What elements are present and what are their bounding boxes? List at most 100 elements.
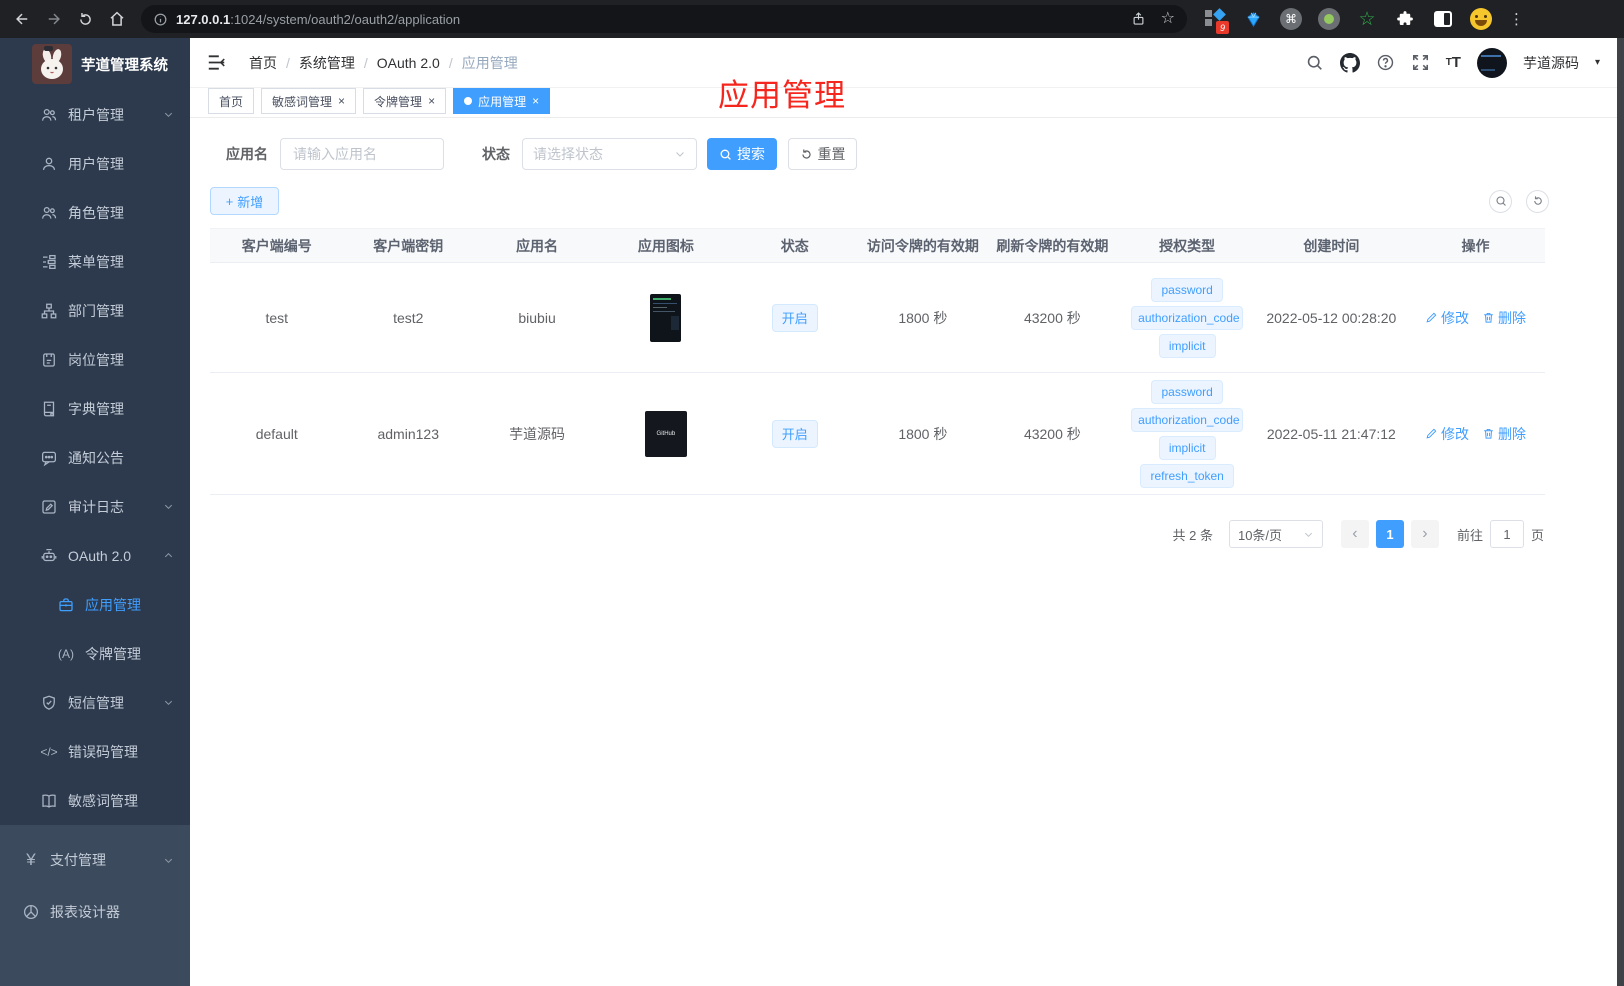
table-toolbar: + 新增 [210,187,1549,215]
share-icon[interactable] [1131,11,1146,27]
profile-avatar[interactable] [1469,7,1493,31]
url-text[interactable]: 127.0.0.1:1024/system/oauth2/oauth2/appl… [176,12,1131,27]
sidebar-item-sensitive-word[interactable]: 敏感词管理 [0,776,190,825]
edit-link[interactable]: 修改 [1425,308,1469,328]
sidebar-item-label: 支付管理 [50,852,106,868]
delete-link[interactable]: 删除 [1482,308,1526,328]
edit-link[interactable]: 修改 [1425,424,1469,444]
delete-link[interactable]: 删除 [1482,424,1526,444]
sidebar-item-error-code[interactable]: </> 错误码管理 [0,727,190,776]
robot-icon [40,547,58,565]
breadcrumb-oauth[interactable]: OAuth 2.0 [377,55,440,71]
breadcrumb-system[interactable]: 系统管理 [299,53,355,73]
sidebar-item-oauth-application[interactable]: 应用管理 [0,580,190,629]
shield-check-icon [40,694,58,712]
sidebar-item-audit-log[interactable]: 审计日志 [0,482,190,531]
sidebar-item-dept[interactable]: 部门管理 [0,286,190,335]
sidebar-item-user[interactable]: 用户管理 [0,139,190,188]
sidebar-item-label: 报表设计器 [50,904,120,920]
total-count: 共 2 条 [1172,527,1213,543]
browser-back-icon[interactable] [13,10,31,28]
cell-app-name: biubiu [518,309,556,326]
search-icon[interactable] [1305,53,1324,72]
browser-forward-icon[interactable] [45,10,63,28]
sidebar-item-dict[interactable]: 字典管理 [0,384,190,433]
user-menu-caret-icon[interactable]: ▾ [1595,57,1600,68]
tab-sensitive-word[interactable]: 敏感词管理 × [261,88,357,114]
help-icon[interactable] [1376,53,1395,72]
sidebar-item-menu[interactable]: 菜单管理 [0,237,190,286]
top-navbar: 首页 / 系统管理 / OAuth 2.0 / 应用管理 TT 芋道源码 ▾ [190,38,1624,88]
app-name-input[interactable] [281,139,443,169]
close-icon[interactable]: × [338,95,345,107]
refresh-button[interactable] [1526,189,1549,213]
extension-tabs-icon[interactable]: 9 [1203,7,1229,34]
breadcrumb: 首页 / 系统管理 / OAuth 2.0 / 应用管理 [249,53,518,73]
pencil-icon [1426,312,1437,323]
extension-command-icon[interactable]: ⌘ [1279,7,1303,31]
close-icon[interactable]: × [428,95,435,107]
sidebar-item-post[interactable]: 岗位管理 [0,335,190,384]
cell-app-name: 芋道源码 [509,425,566,442]
extension-gem-icon[interactable] [1241,7,1265,31]
app-name-label: 应用名 [226,146,268,162]
sidebar-item-label: 部门管理 [68,302,124,319]
sidebar-item-sms[interactable]: 短信管理 [0,678,190,727]
site-info-icon[interactable] [153,12,168,27]
chevron-down-icon [163,855,174,866]
font-size-icon[interactable]: TT [1446,54,1461,71]
add-button[interactable]: + 新增 [210,187,279,215]
sidebar-collapse-icon[interactable] [207,54,226,71]
chevron-down-icon [163,109,174,120]
sidebar-item-label: 菜单管理 [68,253,124,270]
url-bar[interactable]: 127.0.0.1:1024/system/oauth2/oauth2/appl… [141,5,1187,33]
prev-page-button[interactable]: ‹ [1340,520,1369,548]
table-header-row: 客户端编号 客户端密钥 应用名 应用图标 状态 访问令牌的有效期 刷新令牌的有效… [210,228,1545,263]
status-select[interactable]: 请选择状态 [522,138,697,170]
extension-recorder-icon[interactable] [1317,7,1341,31]
goto-page-input[interactable] [1489,520,1524,548]
browser-home-icon[interactable] [108,10,126,28]
sidebar-item-notice[interactable]: 通知公告 [0,433,190,482]
sidebar-item-oauth-token[interactable]: (A) 令牌管理 [0,629,190,678]
status-badge[interactable]: 开启 [771,303,818,332]
reset-button[interactable]: 重置 [788,138,857,170]
user-avatar[interactable] [1476,47,1507,78]
breadcrumb-home[interactable]: 首页 [249,53,277,73]
tab-home[interactable]: 首页 [208,88,255,114]
side-panel-icon[interactable] [1431,7,1455,31]
username[interactable]: 芋道源码 [1523,53,1579,73]
search-button[interactable]: 搜索 [707,138,777,170]
browser-menu-icon[interactable]: ⋮ [1509,10,1524,28]
sidebar-item-role[interactable]: 角色管理 [0,188,190,237]
message-icon [40,449,58,467]
next-page-button[interactable]: › [1410,520,1439,548]
tab-token[interactable]: 令牌管理 × [363,88,447,114]
toggle-search-button[interactable] [1489,189,1512,213]
extensions-puzzle-icon[interactable] [1393,7,1417,31]
sidebar-item-oauth[interactable]: OAuth 2.0 [0,531,190,580]
bookmark-star-icon[interactable]: ☆ [1161,11,1175,27]
sidebar-item-pay[interactable]: ¥ 支付管理 [0,834,190,886]
page-scrollbar[interactable] [1617,38,1624,986]
current-page-button[interactable]: 1 [1375,520,1404,548]
token-signal-icon: (A) [58,646,74,661]
trash-icon [1484,312,1493,323]
applications-table: 客户端编号 客户端密钥 应用名 应用图标 状态 访问令牌的有效期 刷新令牌的有效… [210,228,1545,495]
tab-application[interactable]: 应用管理 × [453,88,551,114]
extension-star-icon[interactable]: ☆ [1355,7,1379,31]
browser-reload-icon[interactable] [77,11,94,28]
grant-tag: password [1151,379,1223,404]
close-icon[interactable]: × [532,95,539,107]
cell-client-id: default [255,425,298,442]
page-size-select[interactable]: 10条/页 [1228,520,1323,548]
cell-actions: 修改 删除 [1406,308,1545,328]
sidebar-item-tenant[interactable]: 租户管理 [0,90,190,139]
sidebar-menu: 租户管理 用户管理 角色管理 菜单管理 部门管理 岗位管理 字典管理 通知公告 … [0,90,190,825]
fullscreen-icon[interactable] [1411,53,1430,72]
sidebar-item-report-designer[interactable]: 报表设计器 [0,886,190,938]
goto-label: 前往 [1456,527,1483,543]
status-badge[interactable]: 开启 [771,419,818,448]
app-logo[interactable]: 芋道管理系统 [0,38,190,90]
github-icon[interactable] [1339,52,1360,73]
